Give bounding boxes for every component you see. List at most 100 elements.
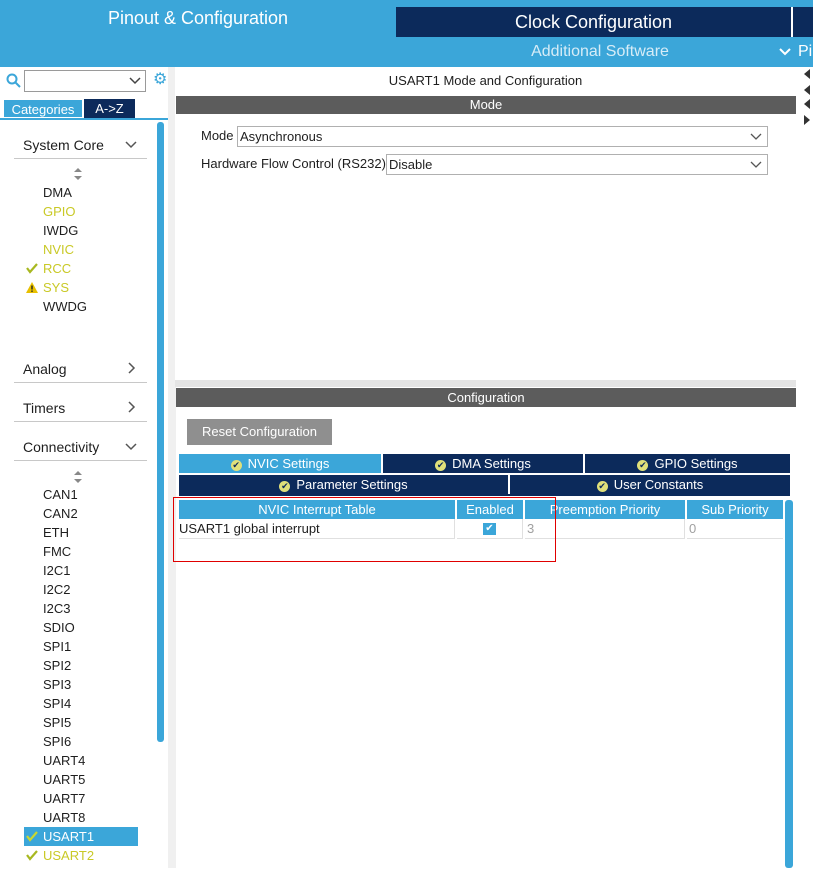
tab-user-constants[interactable]: ✔ User Constants [510, 475, 790, 494]
list-item-label: SYS [43, 280, 70, 295]
list-item-spi6[interactable]: SPI6 [24, 732, 138, 751]
list-item-nvic[interactable]: NVIC [24, 240, 138, 259]
chevron-left-icon[interactable] [802, 98, 812, 110]
left-scrollbar[interactable] [157, 122, 164, 742]
highlight-annotation-box [173, 497, 556, 562]
tabs-underline [179, 494, 790, 496]
category-label: Analog [23, 361, 67, 377]
chevron-down-icon [750, 156, 762, 180]
tab-clock-configuration[interactable]: Clock Configuration [396, 7, 791, 37]
check-icon [25, 846, 39, 865]
chevron-down-icon[interactable] [778, 42, 796, 62]
category-label: System Core [23, 137, 104, 153]
category-system-core[interactable]: System Core [14, 131, 147, 159]
tab-label: DMA Settings [452, 456, 531, 471]
list-item-gpio[interactable]: GPIO [24, 202, 138, 221]
tab-categories[interactable]: Categories [3, 99, 83, 118]
list-item-i2c1[interactable]: I2C1 [24, 561, 138, 580]
mode-section-header: Mode [176, 96, 796, 114]
list-item-usart1[interactable]: USART1 [24, 827, 138, 846]
tab-label: Parameter Settings [296, 477, 408, 492]
list-item-i2c3[interactable]: I2C3 [24, 599, 138, 618]
mode-label: Mode [201, 128, 234, 143]
tab-a-z[interactable]: A->Z [84, 99, 135, 118]
tab-gpio-settings[interactable]: ✔ GPIO Settings [585, 454, 790, 473]
list-item-usart2[interactable]: USART2 [24, 846, 138, 865]
additional-software-menu[interactable]: Additional Software [490, 40, 710, 64]
mode-panel-title: USART1 Mode and Configuration [388, 73, 583, 88]
chevron-right-icon [125, 355, 137, 393]
column-header-sub-priority[interactable]: Sub Priority [687, 500, 783, 519]
chevron-down-icon [125, 131, 137, 169]
tab-label: User Constants [613, 477, 704, 492]
list-item-label: RCC [43, 261, 72, 276]
list-item-sdio[interactable]: SDIO [24, 618, 138, 637]
tab-parameter-settings[interactable]: ✔ Parameter Settings [179, 475, 508, 494]
hardware-flow-control-select[interactable]: Disable [386, 154, 768, 175]
reset-configuration-button[interactable]: Reset Configuration [187, 419, 332, 445]
category-label: Connectivity [23, 439, 100, 455]
hardware-flow-control-label: Hardware Flow Control (RS232) [201, 156, 386, 171]
list-item-label: USART1 [43, 829, 95, 844]
list-item-spi5[interactable]: SPI5 [24, 713, 138, 732]
warning-icon [25, 278, 39, 297]
hfc-select-value: Disable [389, 157, 433, 172]
list-item-fmc[interactable]: FMC [24, 542, 138, 561]
left-tabs-underline [0, 118, 168, 120]
list-item-sys[interactable]: SYS [24, 278, 138, 297]
search-dropdown-chevron-icon[interactable] [128, 72, 142, 88]
list-item-rcc[interactable]: RCC [24, 259, 138, 278]
category-connectivity[interactable]: Connectivity [14, 433, 147, 461]
right-edge-strip [797, 67, 813, 868]
chevron-down-icon [750, 128, 762, 152]
table-cell-sub-priority[interactable]: 0 [687, 519, 783, 539]
mode-select[interactable]: Asynchronous [237, 126, 768, 147]
list-item-dma[interactable]: DMA [24, 183, 138, 202]
tab-dma-settings[interactable]: ✔ DMA Settings [383, 454, 583, 473]
list-item-uart5[interactable]: UART5 [24, 770, 138, 789]
list-item-eth[interactable]: ETH [24, 523, 138, 542]
list-item-can2[interactable]: CAN2 [24, 504, 138, 523]
list-item-iwdg[interactable]: IWDG [24, 221, 138, 240]
check-circle-icon: ✔ [230, 460, 242, 471]
list-item-spi2[interactable]: SPI2 [24, 656, 138, 675]
cut-off-menu-label[interactable]: Pi [798, 40, 813, 64]
sort-icon[interactable] [73, 471, 83, 483]
list-item-i2c2[interactable]: I2C2 [24, 580, 138, 599]
table-scrollbar[interactable] [785, 500, 793, 868]
list-item-label: USART2 [43, 848, 95, 863]
check-circle-icon: ✔ [279, 481, 291, 492]
tab-cut-off[interactable] [791, 7, 813, 37]
gear-icon[interactable]: ⚙ [153, 71, 169, 89]
chevron-right-icon[interactable] [802, 114, 812, 126]
list-item-uart8[interactable]: UART8 [24, 808, 138, 827]
panel-splitter[interactable] [175, 380, 796, 387]
list-item-can1[interactable]: CAN1 [24, 485, 138, 504]
chevron-right-icon [125, 394, 137, 432]
list-item-wwdg[interactable]: WWDG [24, 297, 138, 316]
chevron-left-icon[interactable] [802, 68, 812, 80]
search-icon [6, 72, 22, 90]
tab-pinout-configuration[interactable]: Pinout & Configuration [0, 0, 396, 37]
list-item-uart4[interactable]: UART4 [24, 751, 138, 770]
list-item-spi1[interactable]: SPI1 [24, 637, 138, 656]
category-analog[interactable]: Analog [14, 355, 147, 383]
check-circle-icon: ✔ [637, 460, 649, 471]
check-icon [25, 827, 39, 846]
chevron-down-icon [125, 433, 137, 471]
tab-label: NVIC Settings [247, 456, 330, 471]
configuration-section-header: Configuration [176, 388, 796, 407]
sort-icon[interactable] [73, 168, 83, 180]
check-circle-icon: ✔ [435, 460, 447, 471]
check-icon [25, 259, 39, 278]
chevron-left-icon[interactable] [802, 84, 812, 96]
list-item-spi3[interactable]: SPI3 [24, 675, 138, 694]
tab-nvic-settings[interactable]: ✔ NVIC Settings [179, 454, 381, 473]
category-label: Timers [23, 400, 66, 416]
check-circle-icon: ✔ [596, 481, 608, 492]
mode-select-value: Asynchronous [240, 129, 323, 144]
category-timers[interactable]: Timers [14, 394, 147, 422]
tab-label: GPIO Settings [654, 456, 738, 471]
list-item-spi4[interactable]: SPI4 [24, 694, 138, 713]
list-item-uart7[interactable]: UART7 [24, 789, 138, 808]
